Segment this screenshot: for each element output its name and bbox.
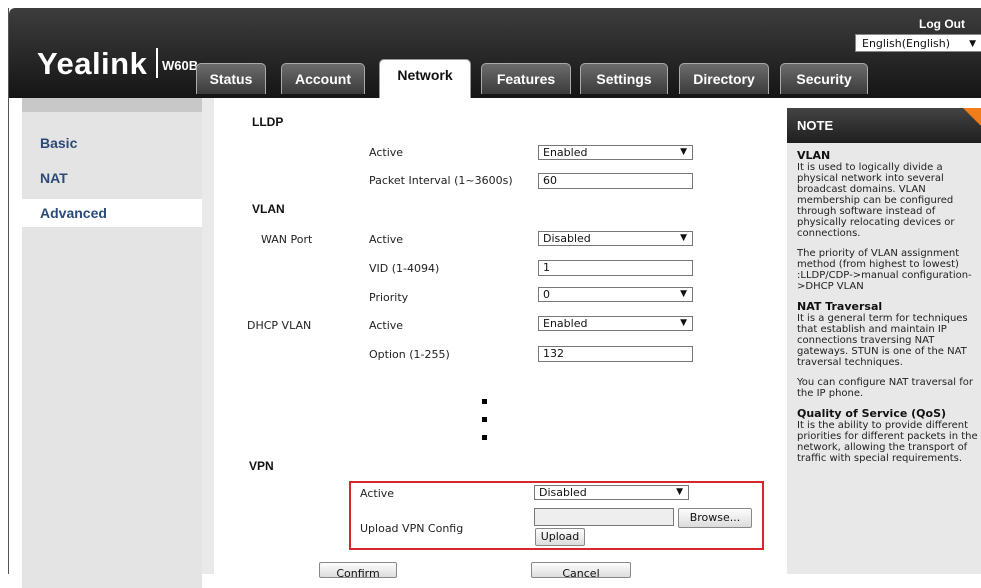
lldp-interval-label: Packet Interval (1~3600s) xyxy=(369,174,513,187)
note-vlan-title: VLAN xyxy=(797,149,831,162)
browse-button[interactable]: Browse... xyxy=(678,508,752,528)
vpn-file-path-input[interactable] xyxy=(534,508,674,526)
upload-button[interactable]: Upload xyxy=(535,528,585,546)
lldp-interval-input[interactable]: 60 xyxy=(538,173,693,189)
priority-value: 0 xyxy=(543,288,550,301)
note-corner-accent xyxy=(963,108,981,126)
vid-label: VID (1-4094) xyxy=(369,262,440,275)
lldp-active-label: Active xyxy=(369,146,404,159)
upload-vpn-config-label: Upload VPN Config xyxy=(360,522,464,535)
lldp-active-select[interactable]: Enabled ▼ xyxy=(538,145,693,160)
priority-label: Priority xyxy=(369,291,409,304)
vid-input[interactable]: 1 xyxy=(538,260,693,276)
model-name: W60B xyxy=(162,58,199,73)
confirm-button[interactable]: Confirm xyxy=(319,562,397,580)
note-vlan-text: It is used to logically divide a physica… xyxy=(797,162,955,239)
sidebar: Basic NAT Advanced xyxy=(22,98,202,588)
sidebar-item-advanced[interactable]: Advanced xyxy=(22,199,202,227)
vpn-active-select[interactable]: Disabled ▼ xyxy=(534,485,689,500)
note-vlan-priority: The priority of VLAN assignment method (… xyxy=(797,248,972,292)
note-nat-config: You can configure NAT traversal for the … xyxy=(797,377,973,399)
ellipsis-dot xyxy=(482,417,487,422)
tab-account[interactable]: Account xyxy=(281,63,365,94)
vpn-active-label: Active xyxy=(360,487,395,500)
logo-divider xyxy=(156,48,158,78)
note-qos-title: Quality of Service (QoS) xyxy=(797,407,947,420)
vpn-section-title: VPN xyxy=(249,459,274,473)
sidebar-gutter xyxy=(202,98,214,574)
note-panel: NOTE VLAN It is used to logically divide… xyxy=(787,108,981,574)
lldp-section-title: LLDP xyxy=(252,115,284,129)
wan-port-label: WAN Port xyxy=(261,233,313,246)
tab-status[interactable]: Status xyxy=(196,63,266,94)
tab-features[interactable]: Features xyxy=(481,63,571,94)
language-value: English(English) xyxy=(862,37,951,50)
note-title: NOTE xyxy=(787,108,981,143)
dhcp-active-value: Enabled xyxy=(543,317,588,330)
chevron-down-icon: ▼ xyxy=(680,147,687,157)
sidebar-item-nat[interactable]: NAT xyxy=(22,164,202,192)
tab-directory[interactable]: Directory xyxy=(679,63,769,94)
chevron-down-icon: ▼ xyxy=(676,487,683,497)
yealink-logo: Yealink xyxy=(37,46,148,81)
tab-settings[interactable]: Settings xyxy=(580,63,668,94)
note-nat-title: NAT Traversal xyxy=(797,300,883,313)
wan-active-label: Active xyxy=(369,233,404,246)
chevron-down-icon: ▼ xyxy=(680,289,687,299)
option-input[interactable]: 132 xyxy=(538,346,693,362)
option-label: Option (1-255) xyxy=(369,348,450,361)
ellipsis-dot xyxy=(482,435,487,440)
chevron-down-icon: ▼ xyxy=(680,233,687,243)
note-qos-text: It is the ability to provide different p… xyxy=(797,420,978,464)
tab-network[interactable]: Network xyxy=(379,59,471,98)
sidebar-item-basic[interactable]: Basic xyxy=(22,129,202,157)
vpn-active-value: Disabled xyxy=(539,486,587,499)
wan-active-select[interactable]: Disabled ▼ xyxy=(538,231,693,246)
dhcp-active-label: Active xyxy=(369,319,404,332)
ellipsis-dot xyxy=(482,399,487,404)
logout-link[interactable]: Log Out xyxy=(919,17,965,31)
tab-security[interactable]: Security xyxy=(780,63,868,94)
wan-active-value: Disabled xyxy=(543,232,591,245)
note-body: VLAN It is used to logically divide a ph… xyxy=(797,150,979,473)
lldp-active-value: Enabled xyxy=(543,146,588,159)
vlan-section-title: VLAN xyxy=(252,202,285,216)
chevron-down-icon: ▼ xyxy=(680,318,687,328)
priority-select[interactable]: 0 ▼ xyxy=(538,287,693,302)
dhcp-vlan-label: DHCP VLAN xyxy=(247,319,312,332)
dhcp-active-select[interactable]: Enabled ▼ xyxy=(538,316,693,331)
language-select[interactable]: English(English) ▼ xyxy=(855,34,981,52)
cancel-button[interactable]: Cancel xyxy=(531,562,631,580)
note-nat-text: It is a general term for techniques that… xyxy=(797,313,968,368)
chevron-down-icon: ▼ xyxy=(969,39,976,49)
